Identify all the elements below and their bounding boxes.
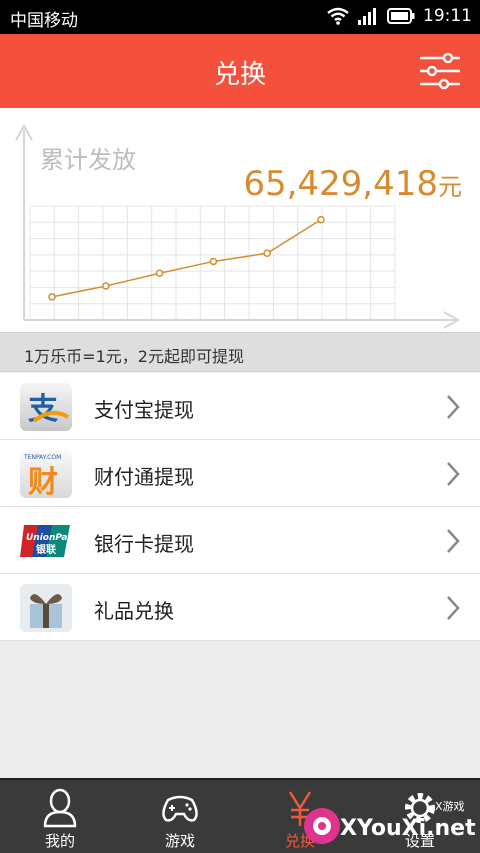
watermark: X游戏 XYouXi.net	[300, 790, 480, 850]
total-amount-unit: 元	[438, 173, 462, 201]
total-label: 累计发放	[40, 146, 136, 174]
stats-panel: 累计发放 65,429,418元	[0, 108, 480, 332]
clock: 19:11	[423, 6, 472, 26]
list-item-label: 礼品兑换	[94, 599, 174, 623]
data-point	[263, 249, 271, 258]
tab-label: 我的	[44, 832, 75, 850]
tenpay-caption: TENPAY.COM	[23, 454, 61, 461]
list-item-label: 银行卡提现	[94, 532, 194, 556]
data-point	[102, 282, 110, 290]
list-item-label: 支付宝提现	[94, 398, 194, 422]
carrier-name: 中国移动	[10, 11, 78, 31]
series-line	[51, 219, 322, 298]
chevron-right-icon	[447, 529, 460, 553]
alipay-icon: 支	[20, 383, 72, 431]
chevron-right-icon	[447, 395, 460, 419]
total-amount-value: 65,429,418	[243, 164, 438, 204]
unionpay-glyph: 银联	[36, 543, 56, 556]
gamepad-icon	[162, 795, 198, 822]
status-bar: 中国移动 19:11	[0, 0, 480, 34]
list-item-tenpay[interactable]: TENPAY.COM 财 财付通提现	[0, 440, 480, 507]
exchange-rate-note: 1万乐币=1元，2元起即可提现	[0, 332, 480, 372]
data-point	[317, 215, 325, 224]
alipay-glyph: 支	[28, 392, 58, 427]
tenpay-icon: TENPAY.COM 财	[20, 450, 72, 498]
chevron-right-icon	[447, 462, 460, 486]
data-point	[209, 257, 218, 266]
exchange-rate-text: 1万乐币=1元，2元起即可提现	[24, 347, 244, 366]
tenpay-glyph: 财	[28, 465, 58, 498]
watermark-text: XYouXi.net	[340, 816, 476, 841]
watermark-subtitle: X游戏	[435, 800, 465, 813]
gift-icon	[20, 584, 72, 632]
list-item-gift[interactable]: 礼品兑换	[0, 574, 480, 641]
watermark-logo-icon	[304, 808, 340, 844]
tab-label: 游戏	[164, 832, 195, 850]
filter-settings-icon[interactable]	[418, 52, 462, 90]
battery-icon	[387, 8, 415, 24]
user-icon	[43, 788, 77, 828]
list-item-alipay[interactable]: 支 支付宝提现	[0, 373, 480, 440]
list-item-label: 财付通提现	[94, 465, 194, 489]
app-header: 兑换	[0, 34, 480, 108]
page-title: 兑换	[213, 60, 266, 90]
data-point	[48, 293, 56, 301]
unionpay-caption: UnionPay	[26, 533, 72, 543]
signal-icon	[358, 8, 376, 25]
wifi-icon	[327, 7, 349, 25]
tab-games[interactable]: 游戏	[120, 780, 240, 853]
list-item-bank-card[interactable]: UnionPay 银联 银行卡提现	[0, 507, 480, 574]
tab-mine[interactable]: 我的	[0, 780, 120, 853]
total-amount: 65,429,418元	[243, 164, 462, 204]
data-point	[155, 269, 164, 278]
withdraw-options-list: 支 支付宝提现 TENPAY.COM 财 财付通提现 UnionPay 银联 银…	[0, 373, 480, 641]
chevron-right-icon	[447, 596, 460, 620]
unionpay-icon: UnionPay 银联	[20, 517, 72, 565]
